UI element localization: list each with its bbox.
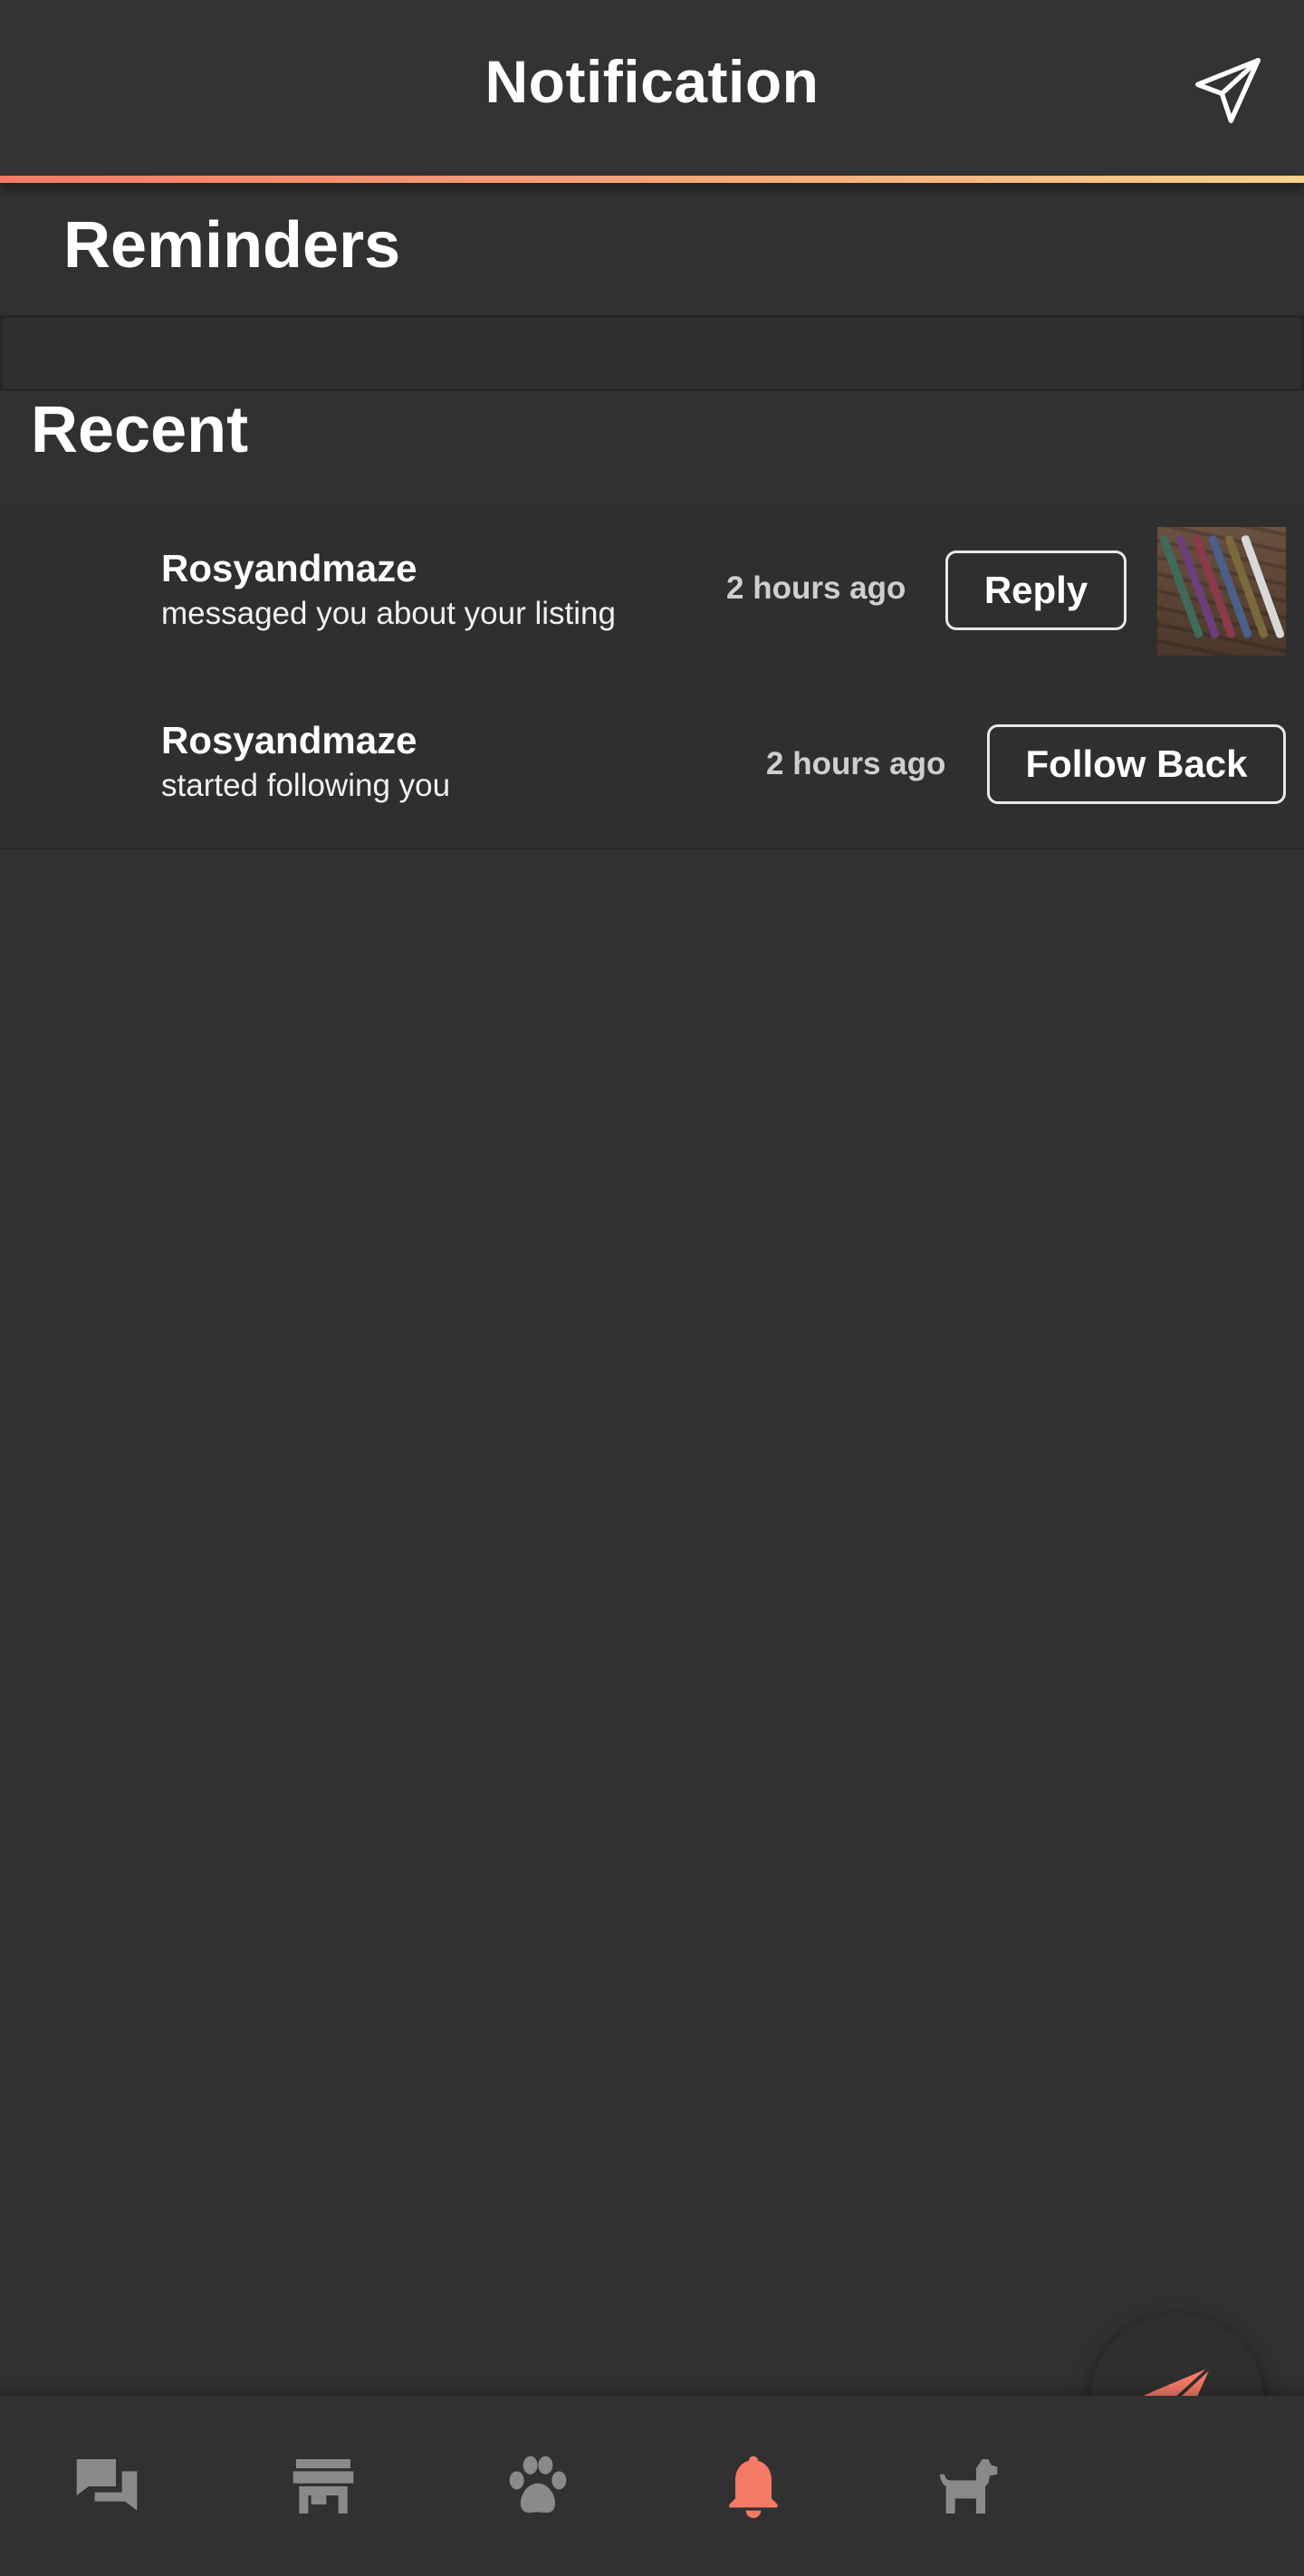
page-title: Notification (484, 48, 820, 115)
notification-item[interactable]: Rosyandmaze messaged you about your list… (0, 505, 1304, 681)
follow-back-button[interactable]: Follow Back (987, 724, 1286, 804)
dog-icon[interactable] (931, 2450, 1003, 2523)
listing-thumbnail[interactable] (1157, 527, 1286, 656)
reminders-list (0, 315, 1304, 391)
reply-button[interactable]: Reply (945, 551, 1127, 630)
chat-icon[interactable] (71, 2450, 143, 2523)
app-header: Notification (0, 0, 1304, 176)
header-accent-line (0, 176, 1304, 183)
notification-username[interactable]: Rosyandmaze (161, 719, 417, 762)
paw-icon[interactable] (502, 2450, 574, 2523)
paper-plane-icon[interactable] (1192, 54, 1264, 127)
bell-icon[interactable] (717, 2450, 790, 2523)
notification-message: messaged you about your listing (161, 596, 616, 631)
store-icon[interactable] (287, 2450, 360, 2523)
notification-item[interactable]: Rosyandmaze started following you 2 hour… (0, 683, 1304, 849)
recent-heading: Recent (31, 394, 249, 466)
notification-username[interactable]: Rosyandmaze (161, 547, 417, 590)
notification-time: 2 hours ago (766, 746, 946, 781)
notification-time: 2 hours ago (726, 570, 906, 606)
reminders-heading: Reminders (63, 209, 401, 282)
notification-message: started following you (161, 768, 451, 803)
bottom-nav (0, 2396, 1304, 2576)
